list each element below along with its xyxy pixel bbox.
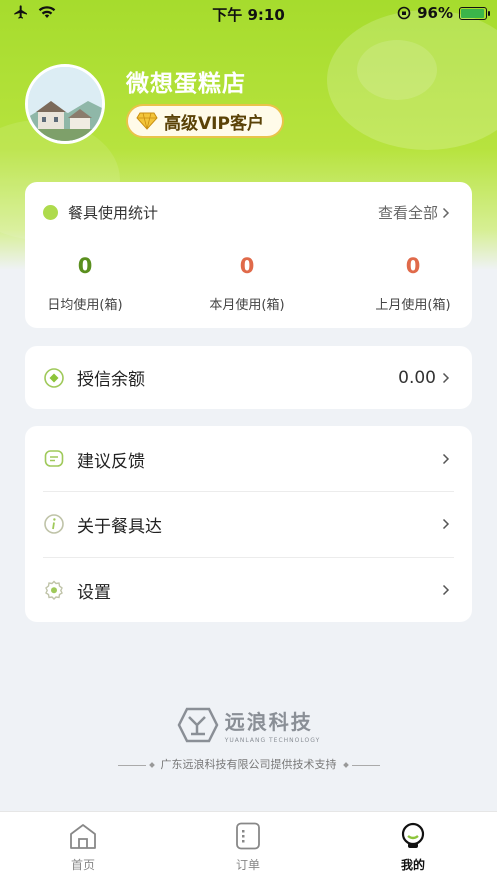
- company-name-en: YUANLANG TECHNOLOGY: [224, 737, 321, 744]
- battery-icon: [459, 6, 490, 20]
- chevron-right-icon: [442, 372, 450, 383]
- menu-item-chevron: [442, 453, 450, 465]
- stats-header: 餐具使用统计: [43, 202, 158, 223]
- tab-mine[interactable]: 我的: [373, 822, 453, 873]
- tab-home[interactable]: 首页: [43, 822, 123, 873]
- divider-line: [117, 764, 146, 766]
- stat-daily: 0 日均使用(箱): [25, 254, 145, 313]
- company-name-cn: 远浪科技: [224, 710, 313, 734]
- tab-label: 订单: [235, 858, 260, 872]
- rotation-lock-icon: [397, 6, 411, 20]
- green-dot-icon: [43, 205, 58, 220]
- tab-orders[interactable]: 订单: [208, 822, 288, 873]
- stat-value: 0: [239, 254, 255, 278]
- tab-bar: 首页 订单 我的: [0, 811, 497, 883]
- company-logo: 远浪科技 YUANLANG TECHNOLOGY: [0, 706, 497, 744]
- tab-label: 我的: [400, 858, 425, 872]
- credit-value: 0.00: [398, 367, 436, 388]
- stat-last-month: 0 上月使用(箱): [353, 254, 473, 313]
- view-all-link[interactable]: 查看全部: [378, 202, 450, 223]
- credit-value-wrap: 0.00: [398, 368, 450, 388]
- home-icon: [70, 824, 96, 849]
- settings-icon: [45, 580, 63, 600]
- menu-item-settings[interactable]: 设置: [25, 557, 472, 623]
- stat-value: 0: [405, 254, 421, 278]
- credit-icon: [44, 367, 64, 388]
- tab-label: 首页: [70, 858, 95, 872]
- menu-item-about[interactable]: 关于餐具达: [25, 491, 472, 557]
- credit-balance-card[interactable]: 授信余额 0.00: [25, 346, 472, 409]
- support-text: 广东远浪科技有限公司提供技术支持: [160, 758, 337, 771]
- order-icon: [236, 822, 260, 850]
- chevron-right-icon: [442, 584, 450, 596]
- feedback-icon: [44, 450, 64, 467]
- stat-this-month: 0 本月使用(箱): [187, 254, 307, 313]
- chevron-right-icon: [442, 518, 450, 530]
- logo-text: 远浪科技 YUANLANG TECHNOLOGY: [225, 706, 321, 744]
- stat-label: 日均使用(箱): [47, 298, 123, 313]
- menu-item-chevron: [442, 584, 450, 596]
- credit-row[interactable]: 授信余额 0.00: [25, 346, 472, 409]
- decor-blob: [357, 40, 437, 100]
- menu-item-label: 设置: [77, 582, 111, 603]
- yuanlang-logo-icon: [177, 707, 219, 743]
- diamond-icon: [136, 112, 158, 130]
- vip-label: 高级VIP客户: [164, 113, 264, 134]
- menu-item-feedback[interactable]: 建议反馈: [25, 426, 472, 492]
- diamond-dot: [148, 762, 155, 768]
- stat-label: 本月使用(箱): [209, 298, 285, 313]
- battery-percent: 96%: [417, 4, 453, 22]
- chevron-right-icon: [442, 453, 450, 465]
- diamond-dot: [342, 762, 349, 768]
- usage-stats-card: 餐具使用统计 查看全部 0 日均使用(箱) 0 本月使用(箱) 0 上月使用(箱…: [25, 182, 472, 328]
- credit-label: 授信余额: [77, 370, 145, 390]
- view-all-label: 查看全部: [377, 204, 438, 222]
- shop-name: 微想蛋糕店: [126, 71, 246, 97]
- stat-value: 0: [77, 254, 93, 278]
- divider-line: [351, 764, 380, 766]
- profile-icon: [401, 822, 425, 848]
- vip-badge: 高级VIP客户: [126, 104, 284, 138]
- chevron-right-icon: [442, 207, 450, 218]
- tech-support: 广东远浪科技有限公司提供技术支持: [0, 756, 497, 772]
- stats-title: 餐具使用统计: [68, 204, 159, 222]
- menu-card: 建议反馈 关于餐具达 设置: [25, 426, 472, 622]
- avatar[interactable]: [25, 64, 105, 144]
- status-right: 96%: [397, 4, 490, 22]
- menu-item-label: 建议反馈: [77, 451, 145, 472]
- info-icon: [44, 514, 64, 534]
- status-bar: 下午 9:10 96%: [0, 0, 497, 26]
- menu-item-chevron: [442, 518, 450, 530]
- stat-label: 上月使用(箱): [375, 298, 451, 313]
- menu-item-label: 关于餐具达: [77, 516, 162, 537]
